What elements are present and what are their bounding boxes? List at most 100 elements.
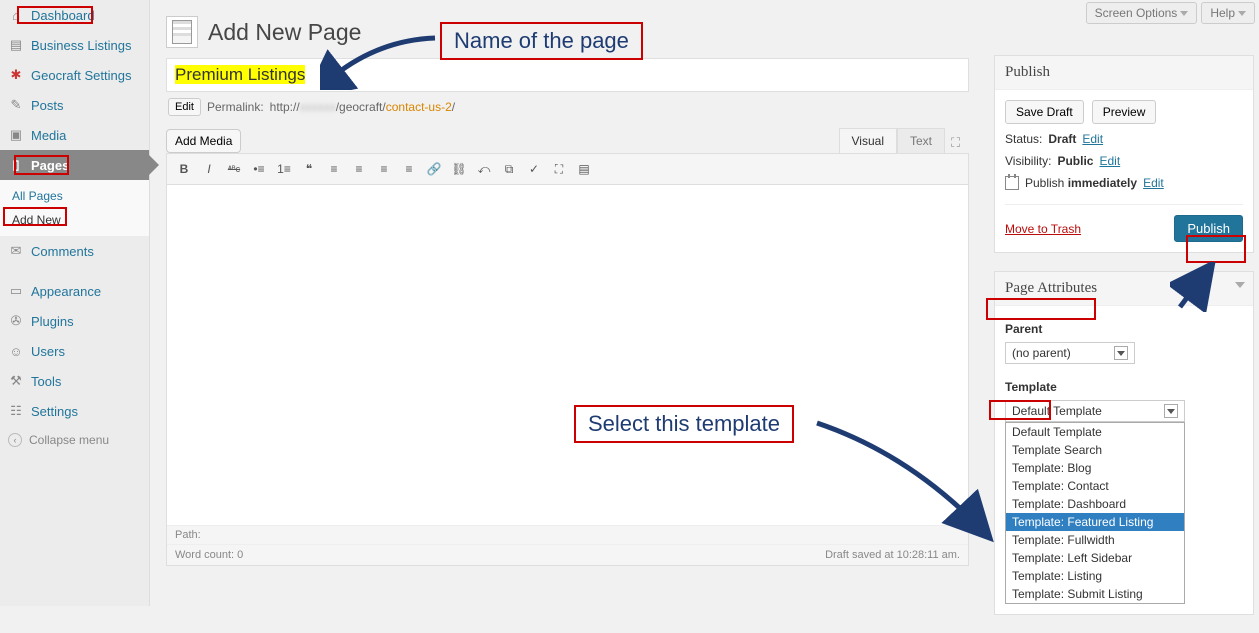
autosave-status: Draft saved at 10:28:11 am. (825, 549, 960, 561)
align-left-button[interactable]: ≡ (323, 158, 345, 180)
sidebar-item-posts[interactable]: ✎Posts (0, 90, 149, 120)
ul-button[interactable]: •≡ (248, 158, 270, 180)
toolbar-toggle-button[interactable]: ▤ (573, 158, 595, 180)
sidebar-item-geocraft-settings[interactable]: ✱Geocraft Settings (0, 60, 149, 90)
quote-button[interactable]: ❝ (298, 158, 320, 180)
tab-visual[interactable]: Visual (839, 128, 897, 153)
italic-button[interactable]: I (198, 158, 220, 180)
ol-button[interactable]: 1≡ (273, 158, 295, 180)
edit-status-link[interactable]: Edit (1082, 132, 1103, 146)
chevron-down-icon (1238, 11, 1246, 16)
insert-button[interactable]: ⧉ (498, 158, 520, 180)
main-content: Add New Page Premium Listings Edit Perma… (160, 0, 979, 566)
top-bar: Screen Options Help (1086, 2, 1255, 24)
template-option[interactable]: Template: Submit Listing (1006, 585, 1184, 603)
plugin-icon: ✇ (8, 313, 24, 329)
sidebar-item-users[interactable]: ☺Users (0, 336, 149, 366)
user-icon: ☺ (8, 343, 24, 359)
template-options-list: Default TemplateTemplate SearchTemplate:… (1005, 422, 1185, 604)
edit-schedule-link[interactable]: Edit (1143, 176, 1164, 190)
annotation-select-template: Select this template (574, 405, 794, 443)
editor-path: Path: (167, 525, 968, 544)
publish-box: Publish Save Draft Preview Status: Draft… (994, 55, 1254, 253)
publish-button[interactable]: Publish (1174, 215, 1243, 242)
calendar-icon (1005, 176, 1019, 190)
publish-box-title: Publish (995, 56, 1253, 90)
pin-icon: ✎ (8, 97, 24, 113)
unlink-button[interactable]: ⛓ (448, 158, 470, 180)
page-title-input[interactable]: Premium Listings (166, 58, 969, 92)
parent-label: Parent (1005, 322, 1243, 336)
sidebar-item-media[interactable]: ▣Media (0, 120, 149, 150)
comment-icon: ✉ (8, 243, 24, 259)
list-icon: ▤ (8, 37, 24, 53)
move-to-trash-link[interactable]: Move to Trash (1005, 222, 1081, 236)
sidebar-item-business-listings[interactable]: ▤Business Listings (0, 30, 149, 60)
screen-options-button[interactable]: Screen Options (1086, 2, 1198, 24)
template-label: Template (1005, 380, 1243, 394)
sidebar-item-comments[interactable]: ✉Comments (0, 236, 149, 266)
align-justify-button[interactable]: ≡ (398, 158, 420, 180)
edit-visibility-link[interactable]: Edit (1099, 154, 1120, 168)
spellcheck-button[interactable]: ✓ (523, 158, 545, 180)
save-draft-button[interactable]: Save Draft (1005, 100, 1084, 124)
template-option[interactable]: Template: Contact (1006, 477, 1184, 495)
template-option[interactable]: Template: Dashboard (1006, 495, 1184, 513)
fullscreen-button[interactable]: ⛶ (548, 158, 570, 180)
sidebar-item-settings[interactable]: ☷Settings (0, 396, 149, 426)
template-option[interactable]: Template: Blog (1006, 459, 1184, 477)
bold-button[interactable]: B (173, 158, 195, 180)
page-heading: Add New Page (208, 19, 361, 46)
parent-select[interactable]: (no parent) (1005, 342, 1135, 364)
distraction-free-icon[interactable]: ⛶ (951, 135, 969, 153)
page-title-icon (166, 16, 198, 48)
sidebar-item-appearance[interactable]: ▭Appearance (0, 276, 149, 306)
permalink-edit-button[interactable]: Edit (168, 98, 201, 116)
template-option[interactable]: Template Search (1006, 441, 1184, 459)
template-option[interactable]: Template: Fullwidth (1006, 531, 1184, 549)
submenu-add-new[interactable]: Add New (0, 208, 149, 232)
chevron-down-icon (1164, 404, 1178, 418)
chevron-down-icon (1180, 11, 1188, 16)
annotation-name-of-page: Name of the page (440, 22, 643, 60)
word-count: Word count: 0 (175, 549, 243, 561)
link-button[interactable]: 🔗 (423, 158, 445, 180)
sidebar-item-dashboard[interactable]: ⌂Dashboard (0, 0, 149, 30)
tools-icon: ⚒ (8, 373, 24, 389)
collapse-menu[interactable]: ‹Collapse menu (0, 426, 149, 454)
home-icon: ⌂ (8, 7, 24, 23)
template-option[interactable]: Template: Listing (1006, 567, 1184, 585)
align-right-button[interactable]: ≡ (373, 158, 395, 180)
template-select[interactable]: Default Template (1005, 400, 1185, 422)
strike-button[interactable]: ᴬᴮᴄ (223, 158, 245, 180)
editor-toolbar: B I ᴬᴮᴄ •≡ 1≡ ❝ ≡ ≡ ≡ ≡ 🔗 ⛓ ⤺ ⧉ ✓ ⛶ ▤ (167, 154, 968, 185)
editor-box: B I ᴬᴮᴄ •≡ 1≡ ❝ ≡ ≡ ≡ ≡ 🔗 ⛓ ⤺ ⧉ ✓ ⛶ ▤ Pa… (166, 153, 969, 566)
template-option[interactable]: Template: Featured Listing (1006, 513, 1184, 531)
page-attributes-title: Page Attributes (995, 272, 1253, 306)
star-icon: ✱ (8, 67, 24, 83)
permalink-label: Permalink: (207, 100, 264, 114)
submenu-all-pages[interactable]: All Pages (0, 184, 149, 208)
toggle-icon[interactable] (1235, 282, 1245, 288)
sidebar-item-tools[interactable]: ⚒Tools (0, 366, 149, 396)
media-icon: ▣ (8, 127, 24, 143)
sidebar-item-pages[interactable]: ▯Pages (0, 150, 149, 180)
chevron-down-icon (1114, 346, 1128, 360)
template-option[interactable]: Template: Left Sidebar (1006, 549, 1184, 567)
more-button[interactable]: ⤺ (473, 158, 495, 180)
settings-icon: ☷ (8, 403, 24, 419)
appearance-icon: ▭ (8, 283, 24, 299)
preview-button[interactable]: Preview (1092, 100, 1157, 124)
tab-text[interactable]: Text (897, 128, 945, 153)
right-column: Publish Save Draft Preview Status: Draft… (994, 55, 1254, 633)
sidebar-item-plugins[interactable]: ✇Plugins (0, 306, 149, 336)
align-center-button[interactable]: ≡ (348, 158, 370, 180)
collapse-icon: ‹ (8, 433, 22, 447)
template-option[interactable]: Default Template (1006, 423, 1184, 441)
add-media-button[interactable]: Add Media (166, 129, 241, 153)
permalink-row: Edit Permalink: http://xxxxxx/geocraft/c… (168, 98, 969, 116)
editor-tabs: Visual Text (839, 128, 945, 153)
help-button[interactable]: Help (1201, 2, 1255, 24)
editor-content[interactable] (167, 185, 968, 525)
page-attributes-box: Page Attributes Parent (no parent) Templ… (994, 271, 1254, 615)
